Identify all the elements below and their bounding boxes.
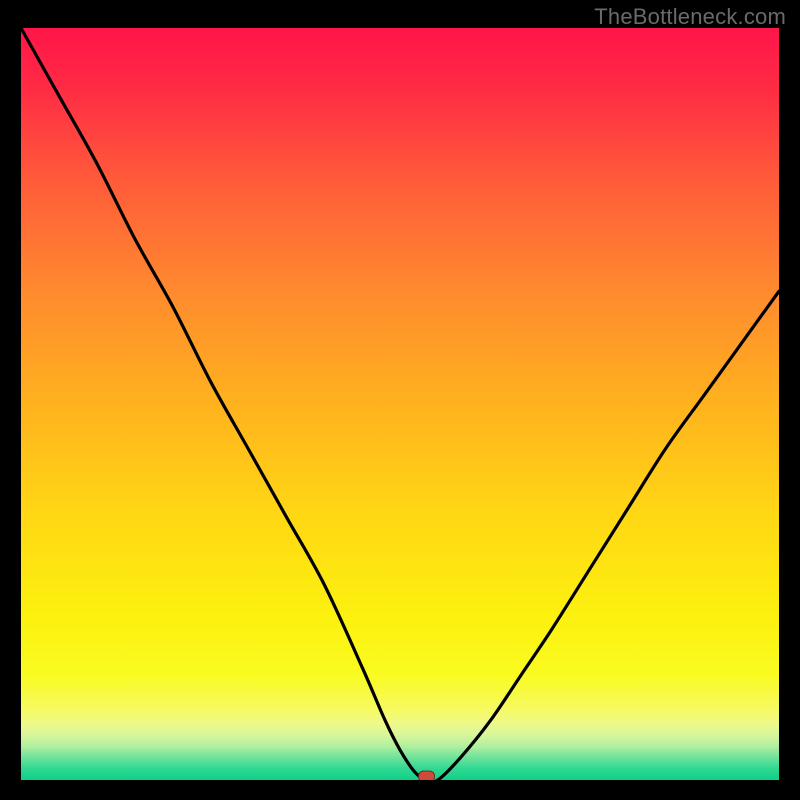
optimum-marker [419, 771, 435, 780]
gradient-background [21, 28, 779, 780]
watermark-text: TheBottleneck.com [594, 4, 786, 30]
plot-area [21, 28, 779, 780]
bottleneck-chart [21, 28, 779, 780]
chart-frame: TheBottleneck.com [0, 0, 800, 800]
